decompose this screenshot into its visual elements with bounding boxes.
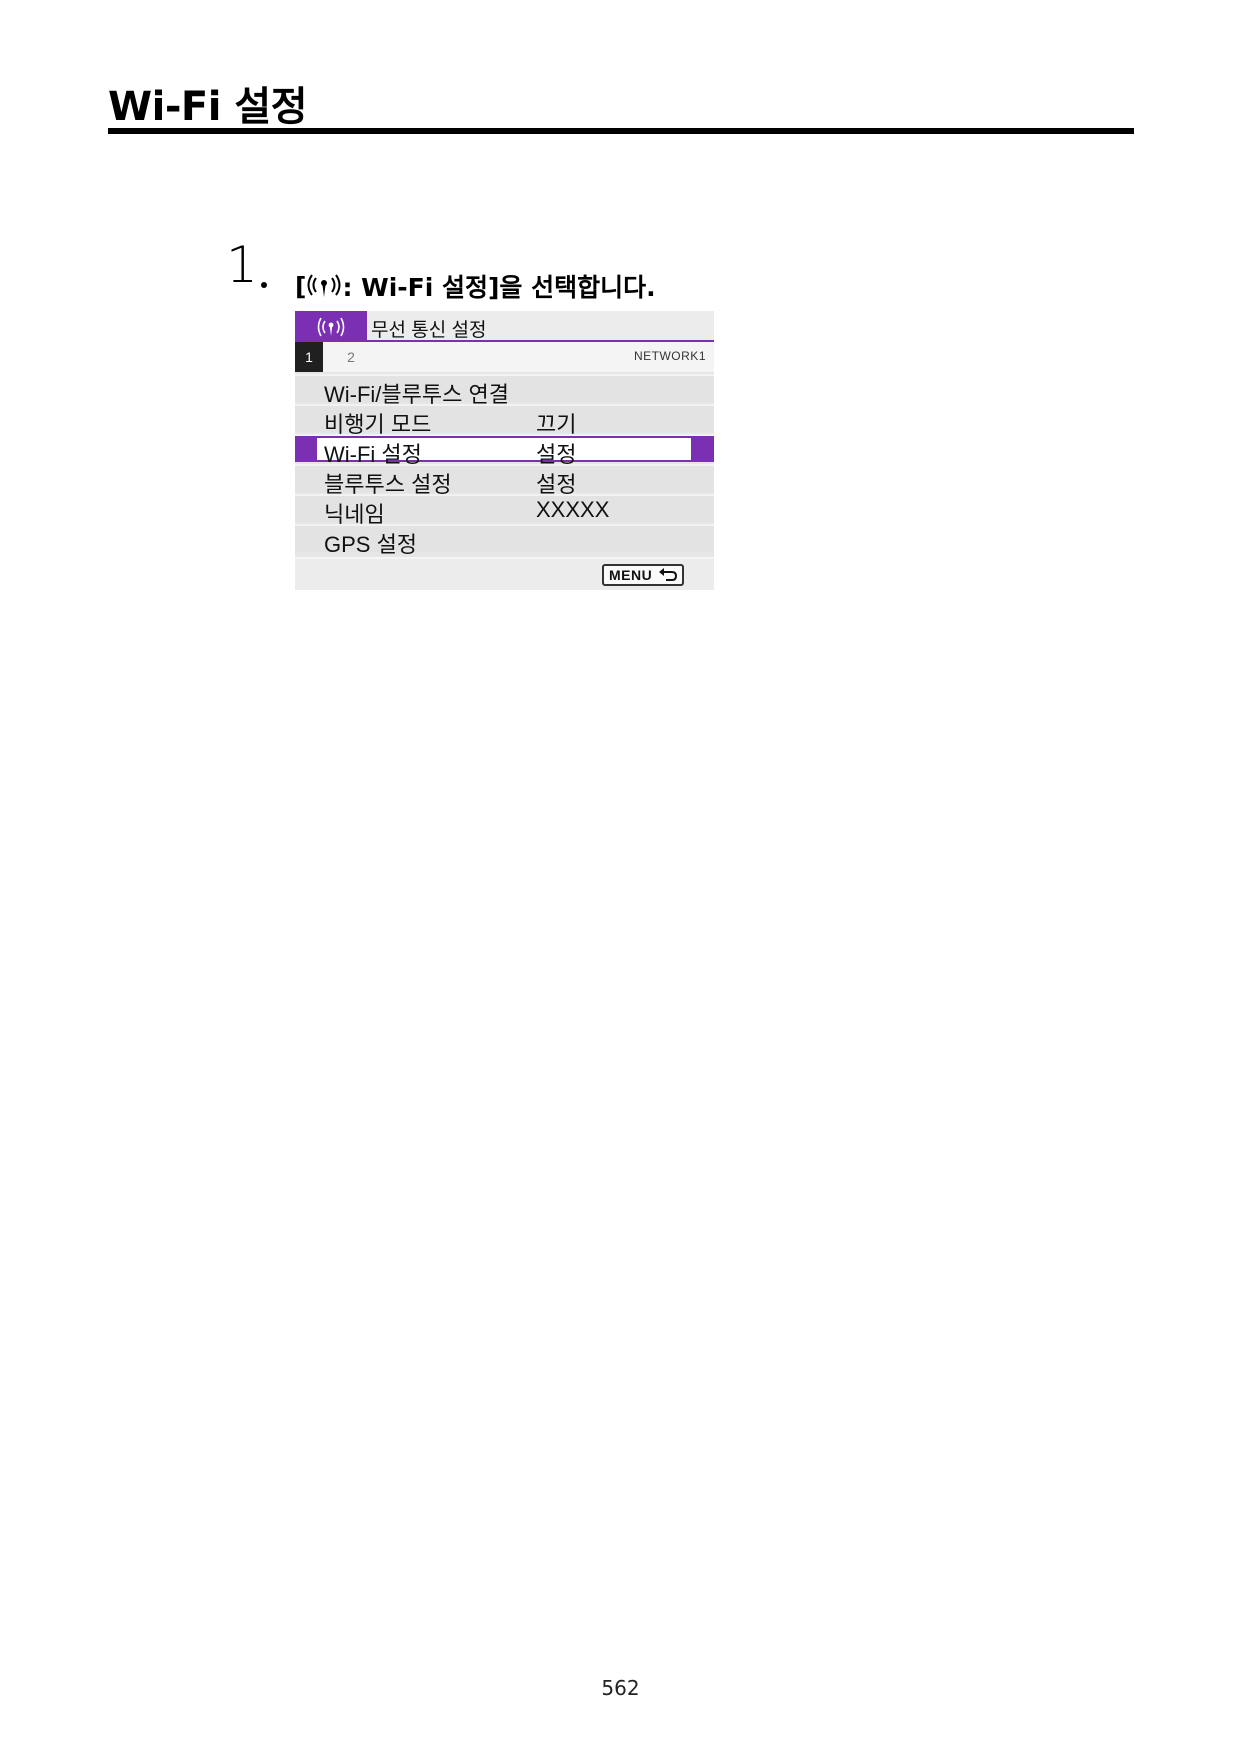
step-number: 1 [226,236,258,294]
back-arrow-icon [659,568,678,581]
menu-item-wifi-settings[interactable]: Wi-Fi 설정 설정 [295,434,714,467]
menu-item-value: XXXXX [536,497,610,522]
menu-item-nickname[interactable]: 닉네임 XXXXX [295,494,714,527]
menu-title: 무선 통신 설정 [371,320,487,341]
network-label: NETWORK1 [633,349,706,363]
step-text-prefix: [ [295,271,307,301]
menu-tab-wireless[interactable] [295,311,367,342]
title-rule [108,128,1134,134]
step-bullet [261,282,267,288]
menu-item-wifi-bluetooth-connection[interactable]: Wi-Fi/블루투스 연결 [295,374,714,407]
menu-item-airplane-mode[interactable]: 비행기 모드 끄기 [295,404,714,437]
wireless-antenna-icon [317,317,345,336]
page-number: 562 [601,1676,640,1700]
wireless-antenna-icon [307,273,341,299]
menu-footer: MENU [295,557,714,590]
page-title: Wi-Fi 설정 [108,84,308,130]
menu-back-button[interactable]: MENU [602,564,684,586]
camera-menu-screen: 무선 통신 설정 1 2 NETWORK1 Wi-Fi/블루투스 연결 비행기 … [295,311,714,590]
menu-button-label: MENU [609,567,653,583]
step-text-suffix: : Wi-Fi 설정]을 선택합니다. [342,273,656,302]
menu-item-label: GPS 설정 [324,532,418,557]
step-instruction: [ : Wi-Fi 설정]을 선택합니다. [295,268,656,304]
menu-item-bluetooth-settings[interactable]: 블루투스 설정 설정 [295,464,714,497]
menu-page-2[interactable]: 2 [337,342,365,372]
menu-item-gps-settings[interactable]: GPS 설정 [295,524,714,557]
menu-page-1[interactable]: 1 [295,342,323,372]
